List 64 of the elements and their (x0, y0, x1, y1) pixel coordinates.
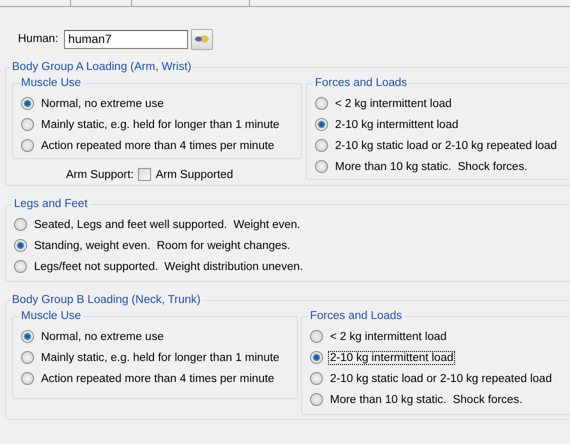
option-label: 2-10 kg static load or 2-10 kg repeated load (334, 140, 558, 152)
radio-option[interactable]: More than 10 kg static. Shock forces. (310, 389, 570, 410)
option-label: More than 10 kg static. Shock forces. (334, 160, 528, 172)
radio-button[interactable] (310, 330, 323, 343)
radio-button[interactable] (21, 139, 34, 152)
radio-button[interactable] (21, 330, 34, 343)
radio-option[interactable]: Legs/feet not supported. Weight distribution uneven. (14, 256, 570, 277)
radio-button[interactable] (21, 118, 34, 131)
group-title: Legs and Feet (13, 198, 89, 210)
radio-option[interactable]: Action repeated more than 4 times per minute (21, 135, 293, 156)
pick-button[interactable] (191, 28, 214, 50)
option-label: 2-10 kg static load or 2-10 kg repeated load (329, 372, 553, 384)
option-label: < 2 kg intermittent load (334, 98, 453, 110)
radio-option[interactable]: More than 10 kg static. Shock forces. (315, 156, 570, 177)
radio-option[interactable]: Action repeated more than 4 times per minute (21, 368, 289, 389)
radio-option[interactable]: Mainly static, e.g. held for longer than 1 minute (21, 114, 293, 135)
radio-option[interactable]: Normal, no extreme use (21, 93, 293, 114)
option-label: Standing, weight even. Room for weight changes. (33, 240, 292, 252)
checkbox[interactable] (138, 168, 151, 181)
radio-button[interactable] (14, 260, 27, 273)
option-label: Action repeated more than 4 times per minute (40, 372, 276, 384)
human-label: Human: (18, 33, 58, 45)
group-title: Body Group B Loading (Neck, Trunk) (11, 294, 202, 306)
radio-option[interactable]: < 2 kg intermittent load (315, 93, 570, 114)
option-label: Seated, Legs and feet well supported. Weight even. (33, 218, 302, 230)
radio-button[interactable] (315, 139, 328, 152)
radio-button[interactable] (310, 372, 323, 385)
option-label: Mainly static, e.g. held for longer than 1 minute (40, 352, 280, 364)
section-title: Forces and Loads (314, 77, 408, 89)
radio-option[interactable]: 2-10 kg static load or 2-10 kg repeated load (315, 135, 570, 156)
radio-button[interactable] (315, 97, 328, 110)
section-title: Muscle Use (20, 77, 82, 89)
radio-button[interactable] (21, 372, 34, 385)
option-label: Mainly static, e.g. held for longer than 1 minute (40, 118, 280, 130)
radio-button[interactable] (14, 239, 27, 252)
radio-button[interactable] (14, 218, 27, 231)
radio-option[interactable]: Seated, Legs and feet well supported. Weight even. (14, 214, 570, 235)
section-title: Forces and Loads (309, 310, 404, 322)
radio-option[interactable]: 2-10 kg intermittent load (310, 347, 570, 368)
option-label: 2-10 kg intermittent load (329, 352, 454, 364)
option-label: Normal, no extreme use (40, 98, 165, 110)
option-label: More than 10 kg static. Shock forces. (329, 394, 524, 406)
option-label: Legs/feet not supported. Weight distribution uneven. (33, 260, 304, 272)
arm-support-label: Arm Support: (66, 168, 134, 180)
human-field[interactable]: human7 (64, 30, 188, 48)
radio-button[interactable] (21, 351, 34, 364)
radio-button[interactable] (315, 118, 328, 131)
section-title: Muscle Use (20, 310, 82, 322)
checkbox-label[interactable]: Arm Supported (156, 168, 234, 180)
option-label: < 2 kg intermittent load (329, 330, 448, 342)
radio-option[interactable]: Mainly static, e.g. held for longer than 1 minute (21, 347, 289, 368)
radio-option[interactable]: 2-10 kg intermittent load (315, 114, 570, 135)
radio-option[interactable]: Normal, no extreme use (21, 326, 289, 347)
option-label: Action repeated more than 4 times per minute (40, 140, 276, 152)
radio-button[interactable] (310, 351, 323, 364)
option-label: 2-10 kg intermittent load (334, 118, 460, 130)
radio-option[interactable]: 2-10 kg static load or 2-10 kg repeated load (310, 368, 570, 389)
group-title: Body Group A Loading (Arm, Wrist) (11, 61, 192, 73)
radio-button[interactable] (21, 97, 34, 110)
radio-button[interactable] (315, 160, 328, 173)
radio-option[interactable]: < 2 kg intermittent load (310, 326, 570, 347)
radio-option[interactable]: Standing, weight even. Room for weight changes. (14, 235, 570, 256)
radio-button[interactable] (310, 393, 323, 406)
option-label: Normal, no extreme use (40, 330, 165, 342)
